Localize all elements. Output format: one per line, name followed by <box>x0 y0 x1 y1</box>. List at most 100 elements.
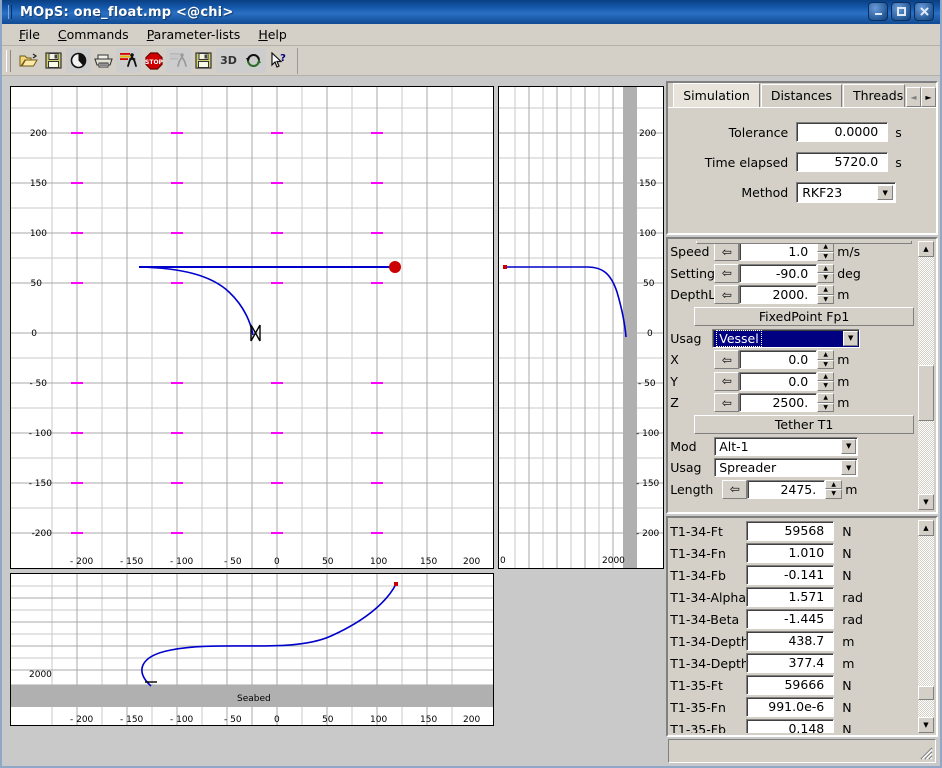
scrolled-group-button[interactable] <box>696 241 912 244</box>
z-stepper[interactable]: ▲ ▼ <box>817 393 834 412</box>
y-value[interactable]: 0.0 <box>739 372 817 391</box>
length-stepper[interactable]: ▲ ▼ <box>825 480 842 499</box>
depthlimit-value[interactable]: 2000. <box>739 285 817 304</box>
chevron-down-icon[interactable]: ▼ <box>843 331 858 346</box>
side-view-plot[interactable]: 200 150 100 50 0 - 50 - 100 - 150 - 200 … <box>498 86 664 569</box>
model-combobox[interactable]: Alt-1 ▼ <box>714 437 858 456</box>
table-row[interactable]: T1-34-Fn 1.010 N <box>670 542 918 564</box>
chevron-down-icon[interactable]: ▼ <box>877 185 893 200</box>
result-value[interactable]: 59568 <box>746 521 834 541</box>
time-elapsed-field[interactable]: 5720.0 <box>796 152 888 172</box>
tab-scroll-left-icon[interactable]: ◄ <box>906 87 921 107</box>
chevron-down-icon[interactable]: ▼ <box>841 460 856 475</box>
result-value[interactable]: 377.4 <box>746 653 834 673</box>
group-button-fixedpoint-fp1[interactable]: FixedPoint Fp1 <box>694 307 914 326</box>
refresh-icon[interactable] <box>241 48 266 73</box>
tolerance-field[interactable]: 0.0000 <box>796 122 888 142</box>
close-button[interactable] <box>914 2 934 21</box>
usage-vessel-combobox[interactable]: Vessel ▼ <box>712 329 860 348</box>
x-step-down-icon[interactable]: ▼ <box>817 360 834 370</box>
x-reset-icon[interactable]: ⇦ <box>714 350 739 369</box>
depthlimit-step-up-icon[interactable]: ▲ <box>817 285 834 295</box>
run-disabled-icon[interactable] <box>166 48 191 73</box>
parameter-scrollbar[interactable]: ▲ ▼ <box>918 241 934 510</box>
table-row[interactable]: T1-34-Fb -0.141 N <box>670 564 918 586</box>
table-row[interactable]: T1-35-Fn 991.0e-6 N <box>670 696 918 718</box>
z-value[interactable]: 2500. <box>739 393 817 412</box>
open-file-icon[interactable] <box>16 48 41 73</box>
scroll-up-icon[interactable]: ▲ <box>918 241 934 257</box>
depthlimit-stepper[interactable]: ▲ ▼ <box>817 285 834 304</box>
speed-step-down-icon[interactable]: ▼ <box>817 252 834 262</box>
length-step-up-icon[interactable]: ▲ <box>825 480 842 490</box>
maximize-button[interactable] <box>891 2 911 21</box>
threed-view-icon[interactable]: 3D <box>216 48 241 73</box>
result-value[interactable]: 1.571 <box>746 587 834 607</box>
table-row[interactable]: T1-34-Beta -1.445 rad <box>670 608 918 630</box>
menu-help[interactable]: Help <box>249 25 296 44</box>
result-value[interactable]: -0.141 <box>746 565 834 585</box>
table-row[interactable]: T1-34-Depth 438.7 m <box>670 630 918 652</box>
scroll-down-icon[interactable]: ▼ <box>918 494 934 510</box>
save-results-icon[interactable] <box>191 48 216 73</box>
z-step-up-icon[interactable]: ▲ <box>817 393 834 403</box>
resize-grip-icon[interactable] <box>919 746 934 761</box>
scroll-up-icon[interactable]: ▲ <box>918 520 934 536</box>
result-value[interactable]: 0.148 <box>746 719 834 733</box>
table-row[interactable]: T1-34-Alpha 1.571 rad <box>670 586 918 608</box>
tab-threads[interactable]: Threads <box>843 84 905 107</box>
whats-this-icon[interactable]: ? <box>266 48 291 73</box>
speed-stepper[interactable]: ▲ ▼ <box>817 242 834 261</box>
results-scrollbar[interactable]: ▲ ▼ <box>918 520 934 733</box>
tab-simulation[interactable]: Simulation <box>673 83 760 107</box>
result-value[interactable]: 59666 <box>746 675 834 695</box>
setting-step-up-icon[interactable]: ▲ <box>817 264 834 274</box>
print-icon[interactable] <box>91 48 116 73</box>
parameter-scroll-track[interactable] <box>918 257 934 494</box>
tab-scroll-right-icon[interactable]: ► <box>921 87 936 107</box>
setting-reset-icon[interactable]: ⇦ <box>714 264 739 283</box>
length-step-down-icon[interactable]: ▼ <box>825 489 842 499</box>
plan-view-plot[interactable]: 200 150 100 50 0 - 50 - 100 - 150 -200 -… <box>10 86 494 569</box>
z-step-down-icon[interactable]: ▼ <box>817 403 834 413</box>
chevron-down-icon[interactable]: ▼ <box>841 439 856 454</box>
save-file-icon[interactable] <box>41 48 66 73</box>
result-value[interactable]: 438.7 <box>746 631 834 651</box>
parameter-scroll-thumb[interactable] <box>918 365 934 421</box>
menu-parameter-lists[interactable]: Parameter-lists <box>138 25 250 44</box>
table-row[interactable]: T1-34-Ft 59568 N <box>670 520 918 542</box>
stop-icon[interactable]: STOP <box>141 48 166 73</box>
length-reset-icon[interactable]: ⇦ <box>722 480 747 499</box>
results-scroll-track[interactable] <box>918 536 934 717</box>
tab-distances[interactable]: Distances <box>761 84 842 107</box>
scroll-down-icon[interactable]: ▼ <box>918 717 934 733</box>
group-button-tether-t1[interactable]: Tether T1 <box>694 415 914 434</box>
x-step-up-icon[interactable]: ▲ <box>817 350 834 360</box>
minimize-button[interactable] <box>868 2 888 21</box>
reload-circle-icon[interactable] <box>66 48 91 73</box>
y-step-down-icon[interactable]: ▼ <box>817 381 834 391</box>
toolbar-grip[interactable] <box>6 50 11 72</box>
usage-spreader-combobox[interactable]: Spreader ▼ <box>714 458 858 477</box>
table-row[interactable]: T1-34-Depth 377.4 m <box>670 652 918 674</box>
speed-value[interactable]: 1.0 <box>739 242 817 261</box>
depthlimit-step-down-icon[interactable]: ▼ <box>817 295 834 305</box>
y-reset-icon[interactable]: ⇦ <box>714 372 739 391</box>
setting-step-down-icon[interactable]: ▼ <box>817 273 834 283</box>
y-step-up-icon[interactable]: ▲ <box>817 372 834 382</box>
menu-commands[interactable]: Commands <box>49 25 138 44</box>
table-row[interactable]: T1-35-Fb 0.148 N <box>670 718 918 733</box>
speed-reset-icon[interactable]: ⇦ <box>714 242 739 261</box>
setting-stepper[interactable]: ▲ ▼ <box>817 264 834 283</box>
result-value[interactable]: 991.0e-6 <box>746 697 834 717</box>
result-value[interactable]: -1.445 <box>746 609 834 629</box>
setting-value[interactable]: -90.0 <box>739 264 817 283</box>
z-reset-icon[interactable]: ⇦ <box>714 393 739 412</box>
table-row[interactable]: T1-35-Ft 59666 N <box>670 674 918 696</box>
elevation-view-plot[interactable]: 2000 Seabed - 200 - 150 - 100 - 50 0 50 … <box>10 573 494 726</box>
x-stepper[interactable]: ▲ ▼ <box>817 350 834 369</box>
length-value[interactable]: 2475. <box>747 480 825 499</box>
run-icon[interactable] <box>116 48 141 73</box>
y-stepper[interactable]: ▲ ▼ <box>817 372 834 391</box>
menu-file[interactable]: File <box>10 25 49 44</box>
